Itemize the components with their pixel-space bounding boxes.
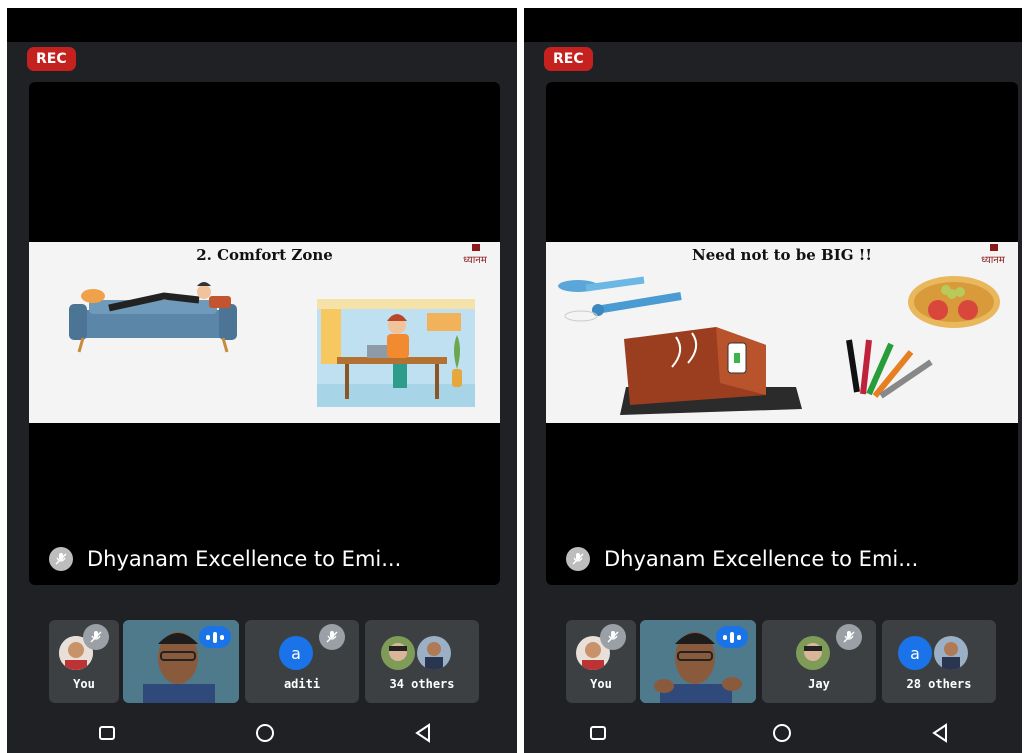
participant-tile-aditi[interactable]: a aditi [245, 620, 359, 703]
presentation-stage[interactable]: 2. Comfort Zone ध्यानम Dhyanam Excellenc… [29, 82, 500, 585]
mic-off-icon [566, 547, 590, 571]
mic-off-icon [319, 624, 345, 650]
mic-off-icon [49, 547, 73, 571]
participant-tile-speaker[interactable] [123, 620, 239, 703]
recording-badge: REC [544, 47, 593, 71]
mic-off-icon [600, 624, 626, 650]
svg-text:ध्यानम: ध्यानम [981, 255, 1006, 266]
slide-title: 2. Comfort Zone [196, 246, 333, 264]
phone-screen-left: REC 2. Comfort Zone ध्यानम Dhyanam Excel… [7, 8, 517, 753]
avatar [417, 636, 451, 670]
participant-name: You [590, 677, 612, 691]
status-bar [7, 8, 517, 42]
participant-tile-you[interactable]: You [49, 620, 119, 703]
participant-name: You [73, 677, 95, 691]
android-nav-bar [524, 711, 1022, 753]
home-nav-icon[interactable] [770, 721, 794, 745]
recents-nav-icon[interactable] [586, 721, 610, 745]
mic-off-icon [83, 624, 109, 650]
participant-tile-you[interactable]: You [566, 620, 636, 703]
avatar: a [279, 636, 313, 670]
avatar: a [898, 636, 932, 670]
presenter-caption: Dhyanam Excellence to Emi... [49, 547, 401, 571]
avatar [934, 636, 968, 670]
speaking-indicator-icon [716, 626, 748, 648]
recents-nav-icon[interactable] [95, 721, 119, 745]
back-nav-icon[interactable] [411, 721, 435, 745]
presenter-caption: Dhyanam Excellence to Emi... [566, 547, 918, 571]
shared-slide: Need not to be BIG !! ध्यानम [546, 242, 1018, 423]
sofa-illustration [69, 282, 237, 353]
pens-illustration [846, 339, 933, 399]
avatar [381, 636, 415, 670]
participant-tile-others[interactable]: a 28 others [882, 620, 996, 703]
organizer-illustration [620, 327, 802, 415]
dhyanam-logo: ध्यानम [981, 244, 1006, 266]
participant-name: 28 others [906, 677, 972, 691]
phone-screen-right: REC Need not to be BIG !! ध्यानम Dhyanam… [524, 8, 1022, 753]
presenter-name: Dhyanam Excellence to Emi... [604, 547, 919, 571]
back-nav-icon[interactable] [928, 721, 952, 745]
participant-name: 34 others [389, 677, 455, 691]
presentation-stage[interactable]: Need not to be BIG !! ध्यानम Dhyanam Exc… [546, 82, 1018, 585]
android-nav-bar [7, 711, 517, 753]
presenter-name: Dhyanam Excellence to Emi... [87, 547, 402, 571]
speaking-indicator-icon [199, 626, 231, 648]
slide-title: Need not to be BIG !! [692, 246, 872, 264]
participant-name: aditi [283, 677, 321, 691]
dhyanam-logo: ध्यानम [463, 244, 488, 266]
avatar [796, 636, 830, 670]
participant-tile-others[interactable]: 34 others [365, 620, 479, 703]
recording-badge: REC [27, 47, 76, 71]
home-nav-icon[interactable] [253, 721, 277, 745]
fruit-bowl-illustration [908, 276, 1000, 328]
participant-name: Jay [808, 677, 830, 691]
participant-tile-speaker[interactable] [640, 620, 756, 703]
status-bar [524, 8, 1022, 42]
svg-text:ध्यानम: ध्यानम [463, 255, 488, 266]
shared-slide: 2. Comfort Zone ध्यानम [29, 242, 500, 423]
desk-work-illustration [317, 299, 475, 407]
participant-tile-jay[interactable]: Jay [762, 620, 876, 703]
mic-off-icon [836, 624, 862, 650]
